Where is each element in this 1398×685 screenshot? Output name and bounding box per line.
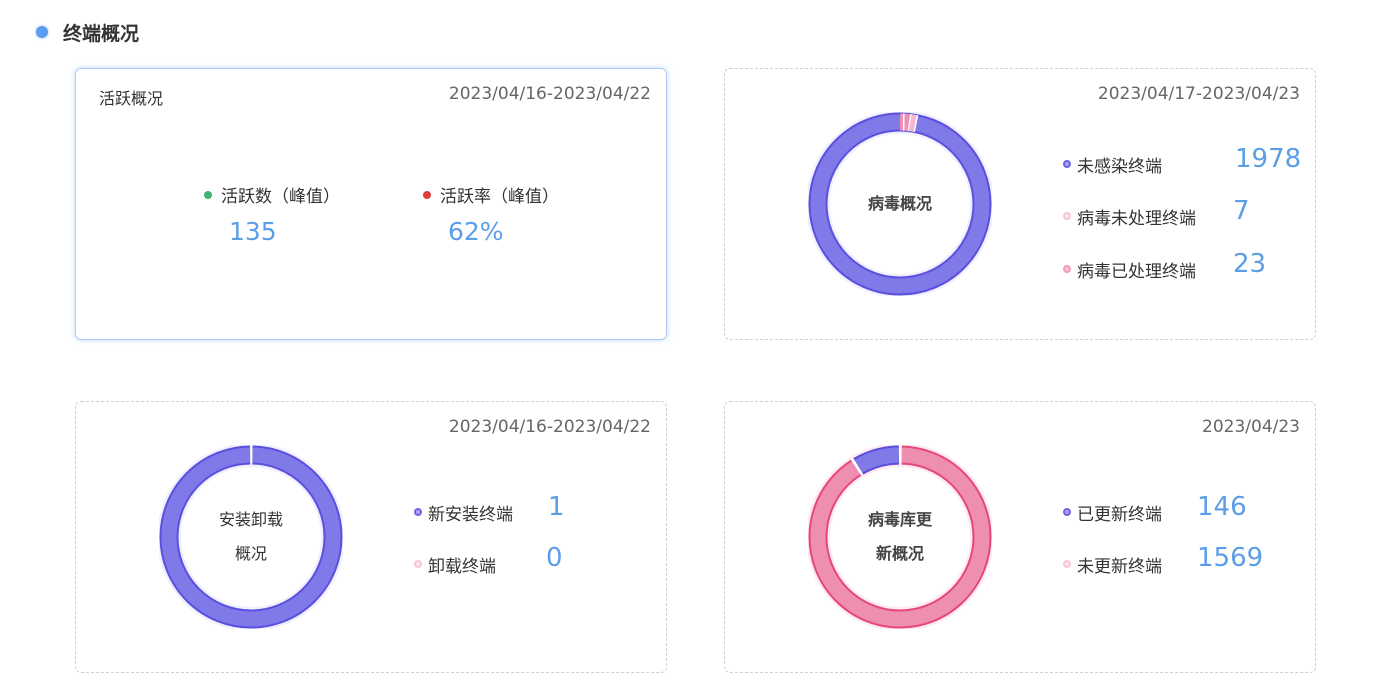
- section-header: 终端概况: [36, 18, 139, 46]
- active-count-value: 135: [229, 217, 277, 246]
- update-donut-label: 病毒库更 新概况: [867, 510, 932, 563]
- pink-dot-icon: [1063, 265, 1071, 273]
- virus-donut-label: 病毒概况: [867, 194, 932, 213]
- legend-new-install-value: 1: [548, 492, 565, 522]
- active-rate-value: 62%: [448, 217, 504, 246]
- light-pink-dot-icon: [1063, 560, 1071, 568]
- active-rate-label: 活跃率（峰值）: [440, 187, 559, 207]
- virus-donut-chart[interactable]: 病毒概况: [808, 112, 992, 296]
- legend-handled-value: 23: [1233, 249, 1267, 279]
- update-donut-chart[interactable]: 病毒库更 新概况: [808, 445, 992, 629]
- active-count-stat: 活跃数（峰值） 135: [204, 182, 340, 246]
- legend-not-updated-label: 未更新终端: [1077, 556, 1162, 577]
- green-dot-icon: [204, 190, 212, 199]
- active-count-label: 活跃数（峰值）: [221, 187, 340, 207]
- install-card[interactable]: 2023/04/16-2023/04/22 安装卸载 概况 新安装终端 1 卸载…: [75, 401, 667, 673]
- legend-not-updated[interactable]: 未更新终端: [1063, 549, 1162, 579]
- legend-uninfected[interactable]: 未感染终端: [1063, 149, 1162, 179]
- legend-unhandled-value: 7: [1233, 196, 1250, 226]
- update-card-date: 2023/04/23: [1202, 417, 1300, 437]
- legend-updated[interactable]: 已更新终端: [1063, 497, 1162, 527]
- update-card[interactable]: 2023/04/23 病毒库更 新概况 已更新终端 146 未更新终端 1569: [724, 401, 1316, 673]
- section-bullet-icon: [36, 26, 48, 38]
- legend-unhandled[interactable]: 病毒未处理终端: [1063, 201, 1196, 231]
- section-title: 终端概况: [63, 22, 140, 45]
- legend-uninstall-value: 0: [546, 543, 563, 573]
- legend-updated-label: 已更新终端: [1077, 504, 1162, 525]
- light-pink-dot-icon: [414, 560, 422, 568]
- legend-updated-value: 146: [1197, 492, 1247, 522]
- legend-uninstall[interactable]: 卸载终端: [414, 549, 496, 579]
- activity-card[interactable]: 活跃概况 2023/04/16-2023/04/22 活跃数（峰值） 135 活…: [75, 68, 667, 340]
- legend-not-updated-value: 1569: [1197, 543, 1264, 573]
- virus-card[interactable]: 2023/04/17-2023/04/23 病毒概况 未感染终端 1978 病毒…: [724, 68, 1316, 340]
- install-card-date: 2023/04/16-2023/04/22: [448, 417, 651, 437]
- legend-handled-label: 病毒已处理终端: [1077, 261, 1196, 282]
- light-pink-dot-icon: [1063, 212, 1071, 220]
- virus-card-date: 2023/04/17-2023/04/23: [1097, 84, 1300, 104]
- legend-new-install-label: 新安装终端: [428, 504, 513, 525]
- legend-new-install[interactable]: 新安装终端: [414, 497, 513, 527]
- legend-unhandled-label: 病毒未处理终端: [1077, 208, 1196, 229]
- legend-uninfected-label: 未感染终端: [1077, 156, 1162, 177]
- legend-handled[interactable]: 病毒已处理终端: [1063, 254, 1196, 284]
- activity-card-title: 活跃概况: [99, 89, 164, 108]
- red-dot-icon: [423, 190, 431, 199]
- install-donut-chart[interactable]: 安装卸载 概况: [159, 445, 343, 629]
- legend-uninfected-value: 1978: [1235, 144, 1302, 174]
- active-rate-stat: 活跃率（峰值） 62%: [423, 182, 559, 246]
- install-donut-label: 安装卸载 概况: [218, 510, 283, 563]
- legend-uninstall-label: 卸载终端: [428, 556, 496, 577]
- purple-dot-icon: [1063, 160, 1071, 168]
- activity-card-date: 2023/04/16-2023/04/22: [448, 84, 651, 104]
- purple-dot-icon: [414, 508, 422, 516]
- purple-dot-icon: [1063, 508, 1071, 516]
